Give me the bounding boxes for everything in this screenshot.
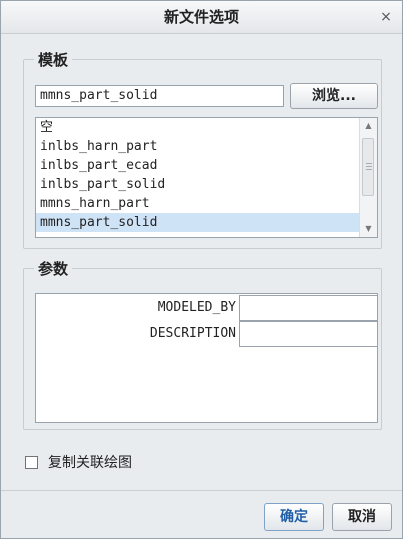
close-icon[interactable]: × bbox=[376, 7, 396, 27]
list-item[interactable]: inlbs_part_ecad bbox=[36, 156, 360, 175]
chevron-down-icon[interactable]: ▼ bbox=[360, 221, 377, 237]
copy-drawing-checkbox[interactable] bbox=[25, 456, 38, 469]
param-row: MODELED_BY bbox=[36, 295, 379, 321]
cancel-button[interactable]: 取消 bbox=[332, 503, 392, 531]
list-item[interactable]: inlbs_part_solid bbox=[36, 175, 360, 194]
param-value-field[interactable] bbox=[239, 295, 378, 321]
grip-line bbox=[366, 169, 372, 170]
params-group-title: 参数 bbox=[38, 260, 69, 278]
browse-button[interactable]: 浏览... bbox=[290, 83, 378, 109]
ok-button[interactable]: 确定 bbox=[264, 503, 324, 531]
footer-divider bbox=[1, 490, 402, 491]
chevron-up-icon[interactable]: ▲ bbox=[360, 118, 377, 134]
list-item[interactable]: mmns_part_solid bbox=[36, 213, 360, 232]
list-scrollbar[interactable]: ▲ ▼ bbox=[359, 118, 377, 237]
param-value-field[interactable] bbox=[239, 321, 378, 347]
params-table: MODELED_BY DESCRIPTION bbox=[35, 293, 378, 423]
list-item[interactable]: 空 bbox=[36, 118, 360, 137]
grip-line bbox=[366, 166, 372, 167]
param-label: DESCRIPTION bbox=[149, 326, 236, 341]
title-bar: 新文件选项 × bbox=[1, 1, 402, 34]
template-list-items: 空 inlbs_harn_part inlbs_part_ecad inlbs_… bbox=[36, 118, 360, 232]
list-item[interactable]: mmns_harn_part bbox=[36, 194, 360, 213]
param-label: MODELED_BY bbox=[157, 300, 236, 315]
new-file-options-dialog: 新文件选项 × 模板 mmns_part_solid 浏览... 空 inlbs… bbox=[0, 0, 403, 539]
dialog-title: 新文件选项 bbox=[163, 8, 239, 26]
template-group-title: 模板 bbox=[38, 51, 69, 69]
copy-drawing-label: 复制关联绘图 bbox=[48, 455, 132, 471]
template-list[interactable]: 空 inlbs_harn_part inlbs_part_ecad inlbs_… bbox=[35, 117, 378, 238]
param-row: DESCRIPTION bbox=[36, 321, 379, 347]
scroll-thumb[interactable] bbox=[362, 138, 374, 196]
list-item[interactable]: inlbs_harn_part bbox=[36, 137, 360, 156]
grip-line bbox=[366, 163, 372, 164]
template-input[interactable]: mmns_part_solid bbox=[35, 85, 284, 107]
